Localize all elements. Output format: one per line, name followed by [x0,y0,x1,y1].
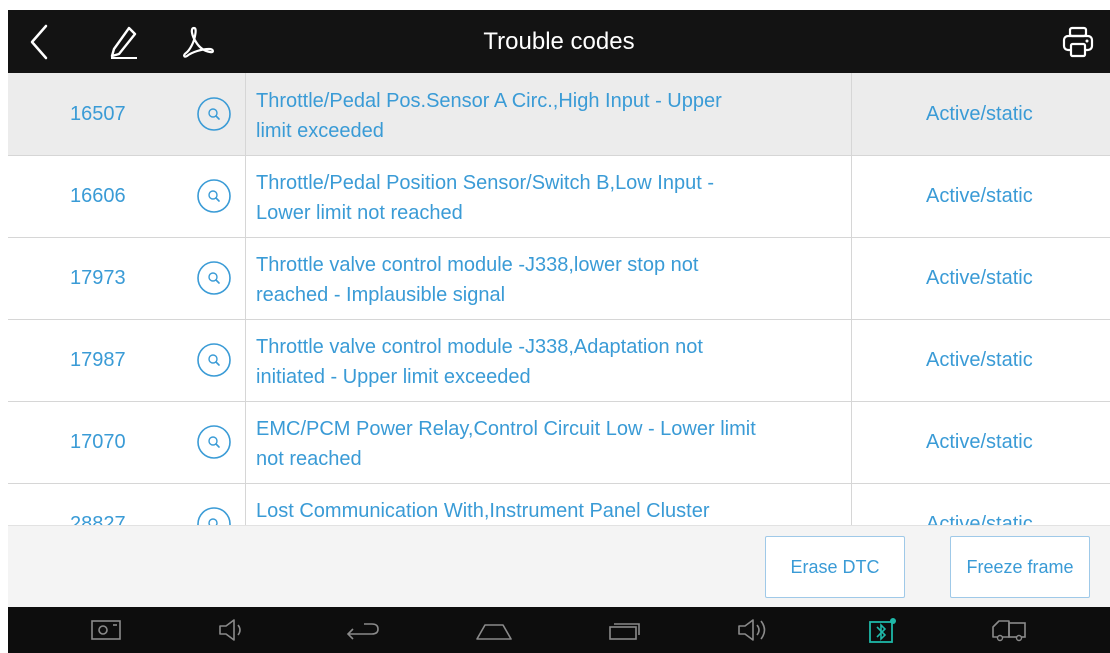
dtc-status: Active/static [926,267,1033,289]
column-divider [245,319,246,401]
dtc-status: Active/static [926,513,1033,525]
screenshot-icon[interactable] [84,612,128,648]
search-icon[interactable] [196,178,232,214]
dtc-row[interactable]: 17987 Throttle valve control module -J33… [8,319,1110,402]
column-divider [851,319,852,401]
column-divider [851,73,852,155]
search-icon[interactable] [196,342,232,378]
column-divider [245,237,246,319]
column-divider [245,155,246,237]
back-nav-icon[interactable] [340,612,384,648]
dtc-status: Active/static [926,185,1033,207]
home-icon[interactable] [472,612,516,648]
search-icon[interactable] [196,506,232,525]
column-divider [245,401,246,483]
action-bar: Erase DTC Freeze frame [8,525,1110,608]
column-divider [851,237,852,319]
dtc-status: Active/static [926,431,1033,453]
dtc-status: Active/static [926,349,1033,371]
column-divider [245,73,246,155]
page-title: Trouble codes [483,28,635,55]
column-divider [851,401,852,483]
dtc-code: 17070 [70,431,126,453]
erase-dtc-button[interactable]: Erase DTC [765,536,905,598]
dtc-list[interactable]: 16507 Throttle/Pedal Pos.Sensor A Circ.,… [8,73,1110,525]
top-bar: Trouble codes [8,10,1110,73]
column-divider [851,155,852,237]
volume-down-icon[interactable] [211,612,255,648]
freeze-frame-button[interactable]: Freeze frame [950,536,1090,598]
app-window: Trouble codes 16507 Throttle/Pedal Pos.S… [8,10,1110,653]
dtc-row[interactable]: 17973 Throttle valve control module -J33… [8,237,1110,320]
print-icon[interactable] [1056,20,1100,64]
dtc-row[interactable]: 28827 Lost Communication With,Instrument… [8,483,1110,525]
search-icon[interactable] [196,424,232,460]
dtc-description: Lost Communication With,Instrument Panel… [256,500,710,522]
dtc-code: 28827 [70,513,126,525]
dtc-code: 16507 [70,103,126,125]
search-icon[interactable] [196,260,232,296]
truck-icon[interactable] [988,612,1032,648]
dtc-code: 17987 [70,349,126,371]
dtc-description: Throttle valve control module -J338,lowe… [256,254,699,306]
recent-apps-icon[interactable] [602,612,646,648]
volume-up-icon[interactable] [732,612,776,648]
navigation-bar [8,607,1110,653]
dtc-description: EMC/PCM Power Relay,Control Circuit Low … [256,418,756,470]
dtc-row[interactable]: 16606 Throttle/Pedal Position Sensor/Swi… [8,155,1110,238]
dtc-code: 17973 [70,267,126,289]
dtc-status: Active/static [926,103,1033,125]
dtc-code: 16606 [70,185,126,207]
dtc-description: Throttle valve control module -J338,Adap… [256,336,703,388]
dtc-row[interactable]: 17070 EMC/PCM Power Relay,Control Circui… [8,401,1110,484]
dtc-description: Throttle/Pedal Position Sensor/Switch B,… [256,172,715,224]
search-icon[interactable] [196,96,232,132]
column-divider [245,483,246,525]
dtc-row[interactable]: 16507 Throttle/Pedal Pos.Sensor A Circ.,… [8,73,1110,156]
bluetooth-vci-icon[interactable] [860,612,904,648]
dtc-description: Throttle/Pedal Pos.Sensor A Circ.,High I… [256,90,722,142]
column-divider [851,483,852,525]
